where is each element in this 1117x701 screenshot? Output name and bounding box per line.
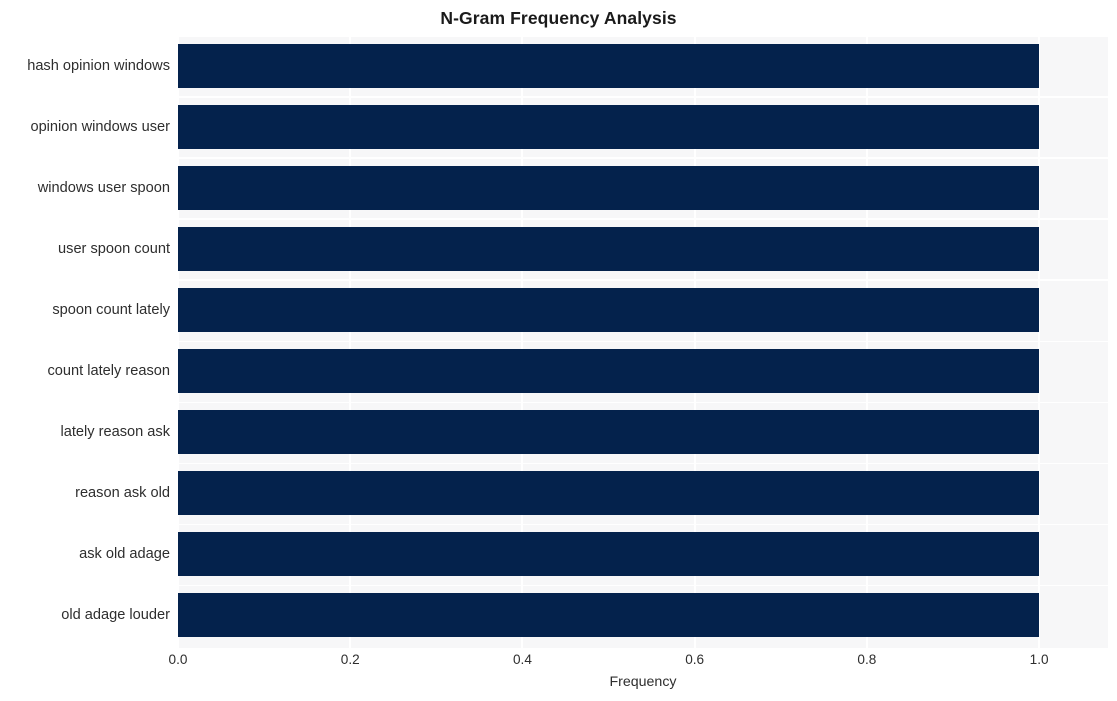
plot-area [178,37,1108,648]
y-axis-tick-labels: hash opinion windows opinion windows user… [0,0,170,701]
x-axis-tick-label: 0.0 [168,652,188,667]
y-axis-tick-label: old adage louder [61,607,170,624]
bar [178,43,1040,88]
horizontal-gridline [178,462,1108,465]
bar [178,104,1040,149]
y-axis-tick-label: lately reason ask [60,424,170,441]
horizontal-gridline [178,279,1108,281]
horizontal-gridline [178,340,1108,342]
horizontal-gridline [178,96,1108,98]
x-axis-title: Frequency [609,674,677,690]
bar [178,226,1040,271]
bar [178,593,1040,638]
bar [178,287,1040,332]
horizontal-gridline [178,401,1108,404]
y-axis-tick-label: spoon count lately [52,301,170,318]
horizontal-gridline [178,523,1108,526]
x-axis-tick-label: 0.2 [340,652,360,667]
bar [178,471,1040,516]
y-axis-tick-label: count lately reason [47,363,170,380]
bar [178,532,1040,577]
y-axis-tick-label: user spoon count [58,240,170,257]
chart-figure: N-Gram Frequency Analysis hash opinion w… [0,0,1117,701]
y-axis-tick-label: reason ask old [75,485,170,502]
y-axis-tick-label: windows user spoon [37,179,170,196]
horizontal-gridline [178,157,1108,159]
y-axis-tick-label: ask old adage [79,546,170,563]
horizontal-gridline [178,584,1108,587]
y-axis-tick-label: opinion windows user [30,118,170,135]
x-axis-tick-label: 0.4 [512,652,532,667]
x-axis-tick-label: 0.6 [685,652,705,667]
bar [178,349,1040,394]
horizontal-gridline [178,218,1108,220]
bar [178,165,1040,210]
x-axis-tick-label: 1.0 [1029,652,1049,667]
x-axis-tick-label: 0.8 [857,652,877,667]
y-axis-tick-label: hash opinion windows [27,57,170,74]
bar [178,410,1040,455]
